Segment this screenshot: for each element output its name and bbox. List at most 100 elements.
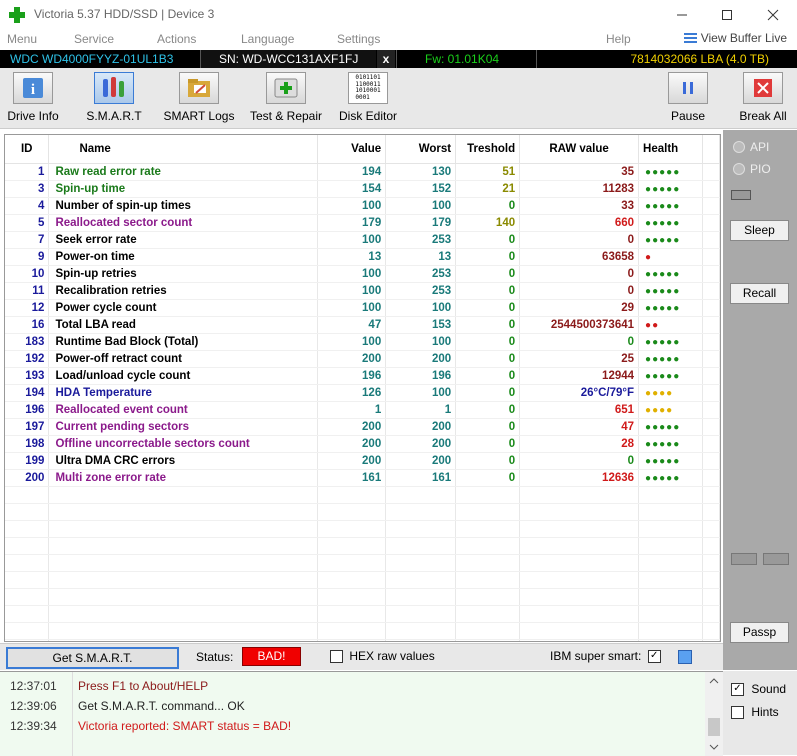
maximize-button[interactable] xyxy=(704,0,750,30)
cell-name: Reallocated event count xyxy=(48,401,319,419)
header-name[interactable]: Name xyxy=(48,135,319,164)
empty-cell xyxy=(317,622,387,640)
cell-name: Reallocated sector count xyxy=(48,214,319,232)
table-row[interactable]: 9 Power-on time 13 13 0 63658 ● xyxy=(5,248,720,266)
drive-info-button[interactable]: i Drive Info xyxy=(4,72,62,123)
table-row[interactable]: 16 Total LBA read 47 153 0 2544500373641 ●● xyxy=(5,316,720,334)
log-message: Press F1 to About/HELP xyxy=(78,679,209,693)
log-time: 12:37:01 xyxy=(10,679,57,693)
ibm-super-smart-label: IBM super smart: xyxy=(550,649,642,663)
hints-checkbox[interactable]: Hints xyxy=(731,705,779,720)
device-close-x[interactable]: x xyxy=(377,50,395,68)
recall-button[interactable]: Recall xyxy=(730,283,789,304)
table-row[interactable]: 197 Current pending sectors 200 200 0 47 ●●●●● xyxy=(5,418,720,436)
minimize-button[interactable] xyxy=(659,0,705,30)
table-row[interactable]: 5 Reallocated sector count 179 179 140 660 ●●●… xyxy=(5,214,720,232)
empty-cell xyxy=(317,571,387,589)
cell-filler xyxy=(702,248,720,266)
cell-treshold: 0 xyxy=(455,384,521,402)
empty-cell xyxy=(317,486,387,504)
table-row[interactable]: 196 Reallocated event count 1 1 0 651 ●●●● xyxy=(5,401,720,419)
table-row[interactable]: 192 Power-off retract count 200 200 0 25 ●●●●● xyxy=(5,350,720,368)
cell-value: 126 xyxy=(317,384,387,402)
get-smart-button[interactable]: Get S.M.A.R.T. xyxy=(6,647,179,669)
ibm-super-smart-checkbox[interactable]: IBM super smart: ✓ xyxy=(550,649,661,664)
cell-health: ●●●●● xyxy=(638,214,703,232)
table-row[interactable]: 10 Spin-up retries 100 253 0 0 ●●●●● xyxy=(5,265,720,283)
pio-radio[interactable]: PIO xyxy=(733,162,771,176)
table-row[interactable]: 199 Ultra DMA CRC errors 200 200 0 0 ●●●●● xyxy=(5,452,720,470)
api-radio[interactable]: API xyxy=(733,140,769,154)
table-row[interactable]: 11 Recalibration retries 100 253 0 0 ●●●●● xyxy=(5,282,720,300)
cell-name: Recalibration retries xyxy=(48,282,319,300)
passp-button[interactable]: Passp xyxy=(730,622,789,643)
smart-button[interactable]: S.M.A.R.T xyxy=(84,72,144,123)
empty-cell xyxy=(385,554,457,572)
break-all-button[interactable]: Break All xyxy=(737,72,789,123)
sound-checkbox[interactable]: ✓ Sound xyxy=(731,682,786,697)
table-row[interactable]: 198 Offline uncorrectable sectors count 20… xyxy=(5,435,720,453)
device-model[interactable]: WDC WD4000FYYZ-01UL1B3 xyxy=(0,50,198,68)
table-row[interactable]: 193 Load/unload cycle count 196 196 0 12944 ●●… xyxy=(5,367,720,385)
cell-health: ●●●●● xyxy=(638,299,703,317)
empty-cell xyxy=(385,486,457,504)
cell-value: 100 xyxy=(317,299,387,317)
cell-value: 47 xyxy=(317,316,387,334)
empty-cell xyxy=(702,503,720,521)
table-row[interactable]: 3 Spin-up time 154 152 21 11283 ●●●●● xyxy=(5,180,720,198)
cell-treshold: 0 xyxy=(455,367,521,385)
header-worst[interactable]: Worst xyxy=(385,135,457,164)
smart-logs-button[interactable]: SMART Logs xyxy=(161,72,237,123)
close-button[interactable] xyxy=(750,0,796,30)
cell-value: 154 xyxy=(317,180,387,198)
cell-health: ●●●●● xyxy=(638,367,703,385)
table-row[interactable]: 4 Number of spin-up times 100 100 0 33 ●●●●● xyxy=(5,197,720,215)
cell-value: 200 xyxy=(317,350,387,368)
menu-language[interactable]: Language xyxy=(241,32,294,46)
cell-value: 194 xyxy=(317,163,387,181)
view-buffer-live[interactable]: View Buffer Live xyxy=(683,31,787,45)
table-row[interactable]: 200 Multi zone error rate 161 161 0 12636 ●●●●… xyxy=(5,469,720,487)
cell-raw: 0 xyxy=(519,231,640,249)
header-treshold[interactable]: Treshold xyxy=(455,135,521,164)
menu-bar: Menu Service Actions Language Settings H… xyxy=(0,30,797,50)
header-value[interactable]: Value xyxy=(317,135,387,164)
empty-row xyxy=(5,605,720,623)
empty-cell xyxy=(5,520,50,538)
empty-cell xyxy=(5,554,50,572)
scroll-thumb[interactable] xyxy=(708,718,720,736)
log-scrollbar[interactable] xyxy=(705,672,723,756)
header-raw[interactable]: RAW value xyxy=(519,135,640,164)
table-row[interactable]: 1 Raw read error rate 194 130 51 35 ●●●●● xyxy=(5,163,720,181)
empty-cell xyxy=(638,605,703,623)
cell-id: 199 xyxy=(5,452,50,470)
table-row[interactable]: 7 Seek error rate 100 253 0 0 ●●●●● xyxy=(5,231,720,249)
menu-help[interactable]: Help xyxy=(606,32,631,46)
table-row[interactable]: 194 HDA Temperature 126 100 0 26°C/79°F ●●●● xyxy=(5,384,720,402)
menu-actions[interactable]: Actions xyxy=(157,32,196,46)
menu-settings[interactable]: Settings xyxy=(337,32,380,46)
disk-editor-button[interactable]: 0101101 1100011 1010001 0001 Disk Editor xyxy=(337,72,399,123)
hex-raw-checkbox[interactable]: HEX raw values xyxy=(330,649,435,664)
sleep-button[interactable]: Sleep xyxy=(730,220,789,241)
empty-cell xyxy=(455,554,521,572)
menu-service[interactable]: Service xyxy=(74,32,114,46)
empty-cell xyxy=(519,486,640,504)
toolbar: i Drive Info S.M.A.R.T SMART Logs Test &… xyxy=(0,68,797,129)
pause-button[interactable]: Pause xyxy=(666,72,710,123)
empty-row xyxy=(5,554,720,572)
port-indicator xyxy=(731,190,751,200)
cell-filler xyxy=(702,350,720,368)
menu-menu[interactable]: Menu xyxy=(7,32,37,46)
header-health[interactable]: Health xyxy=(638,135,703,164)
svg-text:i: i xyxy=(31,82,35,98)
table-row[interactable]: 183 Runtime Bad Block (Total) 100 100 0 0 ●●●●… xyxy=(5,333,720,351)
header-id[interactable]: ID xyxy=(5,135,50,164)
cell-name: Offline uncorrectable sectors count xyxy=(48,435,319,453)
cell-health: ●●●●● xyxy=(638,418,703,436)
test-repair-button[interactable]: Test & Repair xyxy=(245,72,327,123)
smart-icon xyxy=(94,72,134,104)
table-row[interactable]: 12 Power cycle count 100 100 0 29 ●●●●● xyxy=(5,299,720,317)
cell-filler xyxy=(702,316,720,334)
empty-cell xyxy=(5,503,50,521)
